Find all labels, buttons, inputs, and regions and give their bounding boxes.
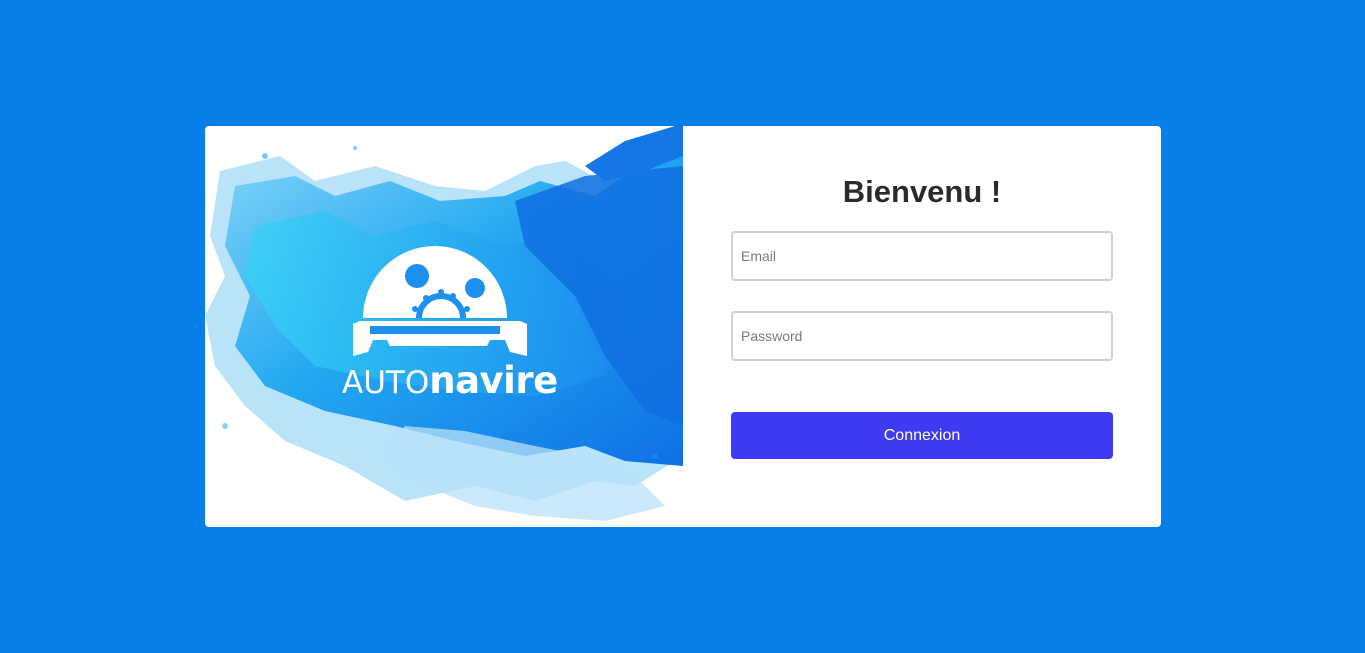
brand-word-navire: navire — [429, 359, 558, 402]
brand-logo-text: AUTOnavire — [342, 362, 558, 399]
welcome-title: Bienvenu ! — [842, 174, 1002, 209]
password-field[interactable] — [731, 311, 1113, 361]
paint-drop — [262, 153, 268, 159]
paint-drop — [652, 453, 658, 459]
login-button[interactable]: Connexion — [731, 412, 1113, 459]
paint-splash-background — [205, 126, 683, 521]
email-field[interactable] — [731, 231, 1113, 281]
paint-drop — [353, 146, 357, 150]
login-form: Bienvenu ! Connexion — [731, 126, 1113, 527]
brand-word-auto: AUTO — [342, 365, 430, 401]
paint-drop — [222, 423, 228, 429]
login-card: AUTOnavire Bienvenu ! Connexion — [205, 126, 1161, 527]
brand-illustration: AUTOnavire — [205, 126, 683, 527]
